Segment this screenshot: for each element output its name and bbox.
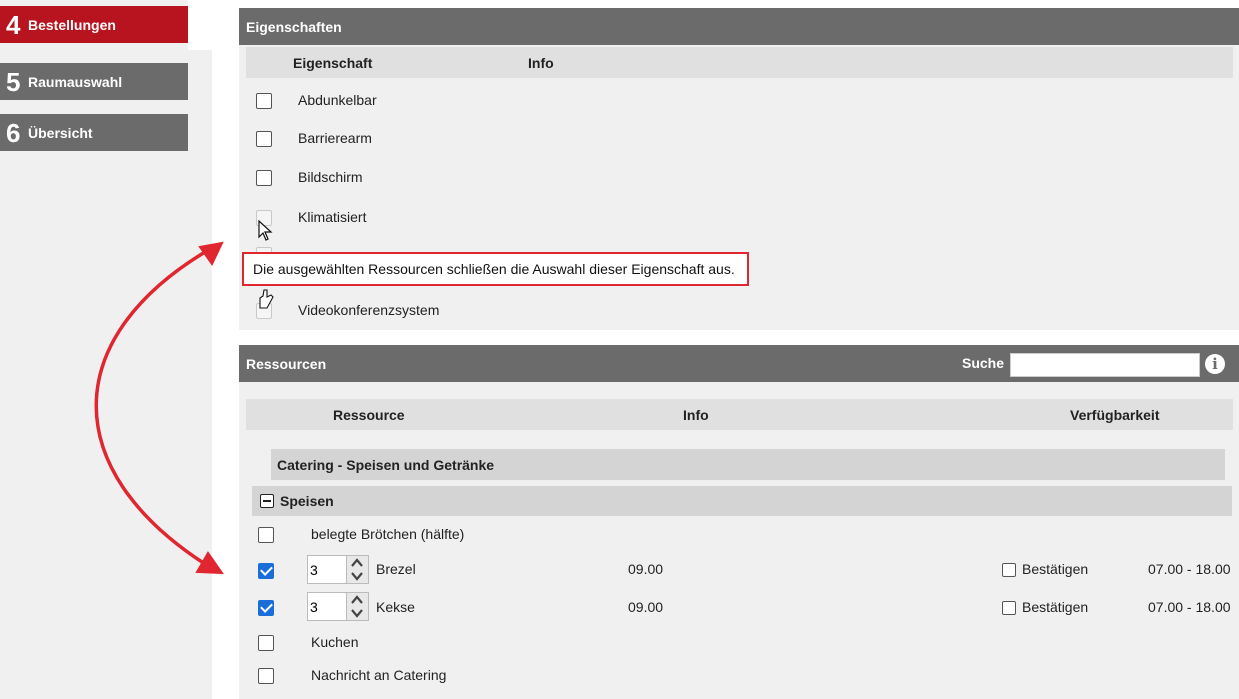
- property-label: Klimatisiert: [298, 209, 367, 225]
- nav-step-number: 6: [6, 117, 21, 148]
- nav-step-bestellungen[interactable]: 4 Bestellungen: [0, 6, 188, 43]
- resource-name: belegte Brötchen (hälfte): [311, 526, 465, 542]
- resource-checkbox-broetchen[interactable]: [258, 527, 274, 543]
- group-title: Speisen: [280, 493, 334, 509]
- info-icon[interactable]: i: [1205, 354, 1225, 374]
- resource-checkbox-nachricht[interactable]: [258, 668, 274, 684]
- category-title: Catering - Speisen und Getränke: [277, 456, 495, 473]
- confirm-checkbox-kekse[interactable]: [1002, 601, 1016, 615]
- chevron-up-icon[interactable]: [350, 594, 364, 606]
- spinner-buttons[interactable]: [347, 592, 369, 621]
- col-resource: Ressource: [333, 406, 405, 423]
- resource-checkbox-kuchen[interactable]: [258, 635, 274, 651]
- nav-step-number: 5: [6, 66, 21, 97]
- col-availability: Verfügbarkeit: [1070, 406, 1160, 423]
- property-checkbox-barrierearm[interactable]: [256, 131, 272, 147]
- disabled-property-tooltip: Die ausgewählten Ressourcen schließen di…: [242, 252, 749, 286]
- nav-step-number: 4: [6, 9, 21, 40]
- quantity-stepper-kekse[interactable]: [307, 592, 371, 621]
- nav-step-label: Übersicht: [28, 124, 93, 141]
- properties-title: Eigenschaften: [246, 18, 342, 35]
- quantity-input[interactable]: [307, 555, 347, 584]
- property-checkbox-abdunkelbar[interactable]: [256, 93, 272, 109]
- nav-step-label: Bestellungen: [28, 16, 116, 33]
- col-property: Eigenschaft: [293, 54, 373, 71]
- spinner-buttons[interactable]: [347, 555, 369, 584]
- resource-info: 09.00: [628, 599, 664, 615]
- resources-col-header: Ressource Info Verfügbarkeit: [246, 399, 1233, 430]
- resource-name: Nachricht an Catering: [311, 667, 447, 683]
- mouse-pointer-icon: [258, 220, 273, 241]
- property-label: Abdunkelbar: [298, 92, 377, 108]
- quantity-input[interactable]: [307, 592, 347, 621]
- property-label: Barrierearm: [298, 130, 372, 146]
- chevron-up-icon[interactable]: [350, 557, 364, 569]
- resource-name: Brezel: [376, 561, 416, 577]
- group-header-speisen[interactable]: Speisen: [252, 486, 1232, 516]
- resources-title: Ressourcen: [246, 355, 327, 372]
- confirm-checkbox-brezel[interactable]: [1002, 563, 1016, 577]
- property-label: Videokonferenzsystem: [298, 302, 440, 318]
- properties-col-header: Eigenschaft Info: [246, 47, 1233, 78]
- property-checkbox-bildschirm[interactable]: [256, 170, 272, 186]
- property-label: Bildschirm: [298, 169, 363, 185]
- nav-step-uebersicht[interactable]: 6 Übersicht: [0, 114, 188, 151]
- search-input[interactable]: [1010, 353, 1200, 377]
- col-info: Info: [528, 54, 554, 71]
- properties-header: Eigenschaften: [239, 8, 1239, 45]
- quantity-stepper-brezel[interactable]: [307, 555, 371, 584]
- left-nav: [0, 0, 212, 699]
- chevron-down-icon[interactable]: [350, 570, 364, 582]
- availability: 07.00 - 18.00: [1148, 599, 1231, 615]
- confirm-label: Bestätigen: [1022, 599, 1089, 615]
- resource-checkbox-kekse[interactable]: [258, 600, 274, 616]
- nav-step-label: Raumauswahl: [28, 73, 123, 90]
- hand-pointer-icon: [259, 289, 274, 309]
- collapse-minus-icon[interactable]: [260, 494, 274, 508]
- resource-name: Kuchen: [311, 634, 359, 650]
- confirm-label: Bestätigen: [1022, 561, 1089, 577]
- resource-checkbox-brezel[interactable]: [258, 563, 274, 579]
- search-label: Suche: [962, 355, 1005, 371]
- resource-name: Kekse: [376, 599, 415, 615]
- resource-info: 09.00: [628, 561, 664, 577]
- chevron-down-icon[interactable]: [350, 607, 364, 619]
- category-header: Catering - Speisen und Getränke: [271, 449, 1225, 480]
- nav-divider: [188, 0, 212, 50]
- col-info: Info: [683, 406, 709, 423]
- availability: 07.00 - 18.00: [1148, 561, 1231, 577]
- nav-step-raumauswahl[interactable]: 5 Raumauswahl: [0, 63, 188, 100]
